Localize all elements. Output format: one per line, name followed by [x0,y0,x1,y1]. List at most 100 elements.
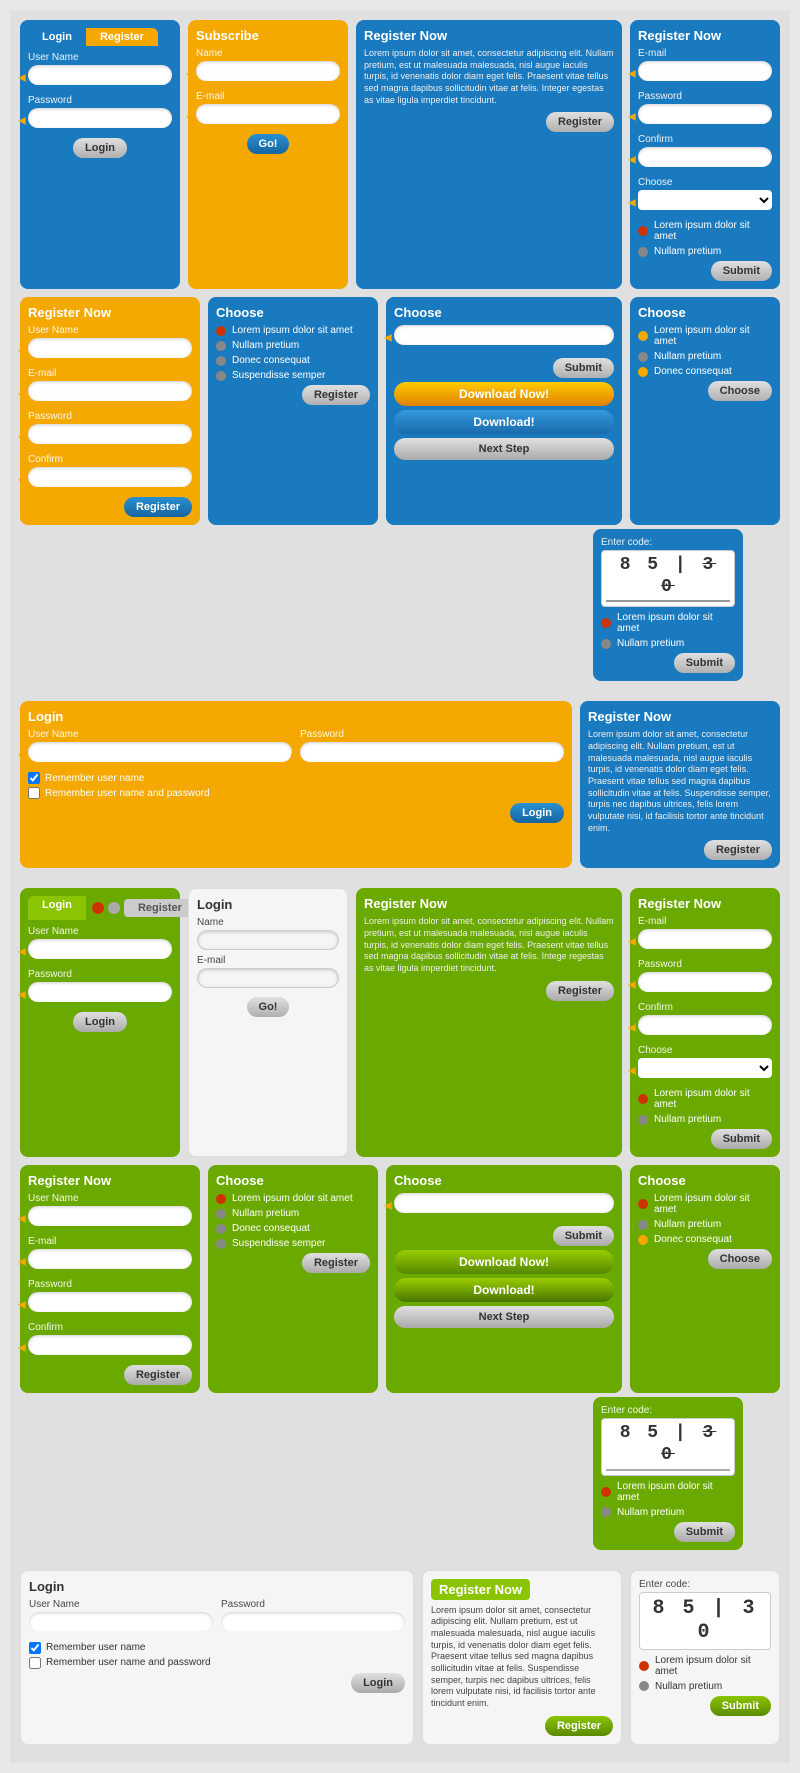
register-button-4[interactable]: Register [704,840,772,860]
radio-label-1: Lorem ipsum dolor sit amet [654,220,772,242]
rngf-cf-input[interactable] [638,1015,772,1035]
enter-code-gray: Enter code: 8 5 | 3 0 Lorem ipsum dolor … [630,1570,780,1745]
pass-input[interactable] [638,104,772,124]
email-input[interactable] [196,104,340,124]
register-button-1[interactable]: Register [546,112,614,132]
rem-user-lbl: Remember user name [46,1642,145,1653]
ecgray-ri1: Lorem ipsum dolor sit amet [639,1655,771,1677]
radio-dot-gray [638,247,648,257]
login-button-2[interactable]: Login [510,803,564,823]
rri-3: Donec consequat [638,366,772,377]
download-now-button[interactable]: Download Now! [394,382,614,406]
choose-radio-right-panel: Choose Lorem ipsum dolor sit amet Nullam… [630,297,780,525]
login-gray-title: Login [197,897,339,912]
subscribe-panel: Subscribe Name ◀ E-mail ◀ Go! [188,20,348,289]
register-button-7[interactable]: Register [302,1253,370,1273]
crg-rd3 [638,1235,648,1245]
rngf-choose-select[interactable] [638,1058,772,1078]
email-input-2[interactable] [638,61,772,81]
next-step-button-green[interactable]: Next Step [394,1306,614,1328]
lo-un-input[interactable] [28,742,292,762]
rngf-em-input[interactable] [638,929,772,949]
g-un-input[interactable] [28,939,172,959]
password-input[interactable] [28,108,172,128]
register-button-5[interactable]: Register [546,981,614,1001]
login-green-panel: Login Register User Name ◀ Password ◀ Lo… [20,888,180,1157]
submit-button-6[interactable]: Submit [710,1696,771,1716]
confirm-input[interactable] [638,147,772,167]
rng2-em-input[interactable] [28,1249,192,1269]
download-button[interactable]: Download! [394,410,614,434]
rngf-pw-lbl: Password [638,959,772,970]
arr10: ◀ [18,388,26,399]
pw-input[interactable] [28,424,192,444]
rd2 [216,341,226,351]
cf-input[interactable] [28,467,192,487]
choose-input[interactable] [394,325,614,345]
submit-button-3[interactable]: Submit [674,653,735,673]
rng2-un-input[interactable] [28,1206,192,1226]
un-input[interactable] [28,338,192,358]
rn-gray-lorem: Lorem ipsum dolor sit amet, consectetur … [431,1605,613,1710]
rem-user-checkbox[interactable] [29,1642,41,1654]
login-button[interactable]: Login [73,138,127,158]
download-button-green[interactable]: Download! [394,1278,614,1302]
submit-button-4[interactable]: Submit [553,1226,614,1246]
register-tab-green[interactable]: Register [124,899,196,917]
lo-pw-input[interactable] [300,742,564,762]
arrow-ind-4: ◀ [186,111,194,122]
choose-select[interactable] [638,190,772,210]
login-button-gray[interactable]: Login [351,1673,405,1693]
register-button-8[interactable]: Register [545,1716,613,1736]
grl1: Lorem ipsum dolor sit amet [232,1193,353,1204]
radio-dot-small-gray [108,902,120,914]
submit-button-green[interactable]: Submit [711,1129,772,1149]
next-step-button[interactable]: Next Step [394,438,614,460]
ecgray-lbl: Enter code: [639,1579,771,1590]
go-button[interactable]: Go! [247,134,290,154]
submit-button-5[interactable]: Submit [674,1522,735,1542]
rl4: Suspendisse semper [232,370,325,381]
ecgray-rl2: Nullam pretium [655,1681,722,1692]
name-input[interactable] [196,61,340,81]
remember-user-checkbox[interactable] [28,772,40,784]
arr13: ◀ [384,332,392,343]
reg-now-orange-title: Register Now [28,305,192,320]
gn-input[interactable] [197,930,339,950]
submit-button-2[interactable]: Submit [553,358,614,378]
arr6: ◀ [628,111,636,122]
register-tab[interactable]: Register [86,28,158,46]
rri-2: Nullam pretium [638,351,772,362]
login-tab-green[interactable]: Login [28,896,86,920]
radio-dot-small-red [92,902,104,914]
lg2-pw-input[interactable] [221,1612,405,1632]
rngf-pw-input[interactable] [638,972,772,992]
radio-dot-red [638,226,648,236]
g-pw-input[interactable] [28,982,172,1002]
choose-button-green[interactable]: Choose [708,1249,772,1269]
ge-input[interactable] [197,968,339,988]
go-button-2[interactable]: Go! [247,997,290,1017]
cdg-input[interactable] [394,1193,614,1213]
rng2-pw-input[interactable] [28,1292,192,1312]
submit-button-1[interactable]: Submit [711,261,772,281]
download-now-button-green[interactable]: Download Now! [394,1250,614,1274]
login-tab[interactable]: Login [28,28,86,46]
lg2-un-input[interactable] [29,1612,213,1632]
arr21: ◀ [628,1065,636,1076]
username-input[interactable] [28,65,172,85]
register-button-2[interactable]: Register [124,497,192,517]
register-button-3[interactable]: Register [302,385,370,405]
register-button-6[interactable]: Register [124,1365,192,1385]
lg2-pw-lbl: Password [221,1599,405,1610]
remember-all-checkbox[interactable] [28,787,40,799]
crg-rl3: Donec consequat [654,1234,732,1245]
register-now-green: Register Now Lorem ipsum dolor sit amet,… [356,888,622,1157]
em-input[interactable] [28,381,192,401]
rng2-em-lbl: E-mail [28,1236,192,1247]
rem-all-checkbox[interactable] [29,1657,41,1669]
choose-button-1[interactable]: Choose [708,381,772,401]
rng2-cf-input[interactable] [28,1335,192,1355]
rrd1 [638,331,648,341]
login-button-green[interactable]: Login [73,1012,127,1032]
